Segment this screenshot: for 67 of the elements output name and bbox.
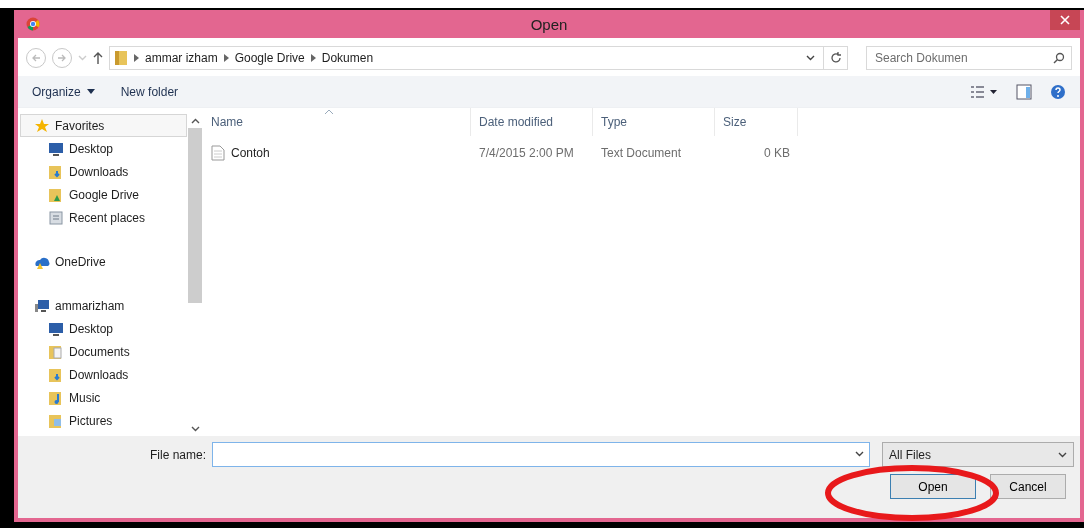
chevron-down-icon	[1058, 451, 1067, 458]
download-folder-icon	[48, 366, 64, 383]
column-header[interactable]: Type	[593, 108, 715, 136]
sidebar-item[interactable]: Downloads	[18, 363, 187, 386]
file-type-dropdown[interactable]: All Files	[882, 442, 1074, 467]
file-name: Contoh	[231, 146, 270, 160]
scroll-down-icon[interactable]	[190, 426, 200, 432]
column-header[interactable]: Name	[203, 108, 471, 136]
chevron-down-icon	[78, 54, 87, 61]
sidebar-item[interactable]: Recent places	[18, 206, 187, 229]
drive-folder-icon	[48, 186, 64, 203]
breadcrumb[interactable]: Dokumen	[321, 50, 374, 65]
sidebar-item[interactable]: Google Drive	[18, 183, 187, 206]
monitor-icon	[48, 140, 64, 157]
right-arrow-icon	[57, 52, 67, 63]
help-icon[interactable]	[1050, 83, 1066, 100]
folder-icon	[114, 49, 128, 66]
breadcrumb[interactable]: ammar izham	[145, 50, 218, 65]
toolbar-button[interactable]: New folder	[120, 82, 179, 101]
monitor-icon	[48, 320, 64, 337]
sidebar-item[interactable]: Desktop	[18, 317, 187, 340]
sidebar-item[interactable]: ammarizham	[20, 294, 187, 317]
documents-folder-icon	[48, 343, 64, 360]
browser-logo-icon	[26, 17, 40, 31]
up-arrow-icon[interactable]	[93, 51, 103, 64]
address-bar[interactable]: ammar izham Google Drive Dokumen	[109, 45, 848, 70]
table-cell-text: Text Document	[600, 146, 683, 160]
chevron-down-icon	[806, 54, 815, 61]
breadcrumb-arrow-icon	[134, 53, 139, 62]
search-field[interactable]: Search Dokumen	[866, 45, 1072, 70]
music-folder-icon	[48, 389, 64, 406]
breadcrumb-arrow-icon	[223, 53, 229, 62]
sidebar-item[interactable]: Documents	[18, 340, 187, 363]
column-header[interactable]: Date modified	[471, 108, 593, 136]
scroll-up-icon[interactable]	[190, 118, 200, 124]
open-button[interactable]: Open	[890, 474, 976, 499]
file-row[interactable]: Contoh 7/4/2015 2:00 PM Text Document 0 KB	[203, 142, 1080, 164]
star-icon	[34, 117, 50, 134]
sidebar-item[interactable]: Downloads	[18, 160, 187, 183]
view-options-icon[interactable]	[970, 84, 998, 99]
close-icon	[1060, 15, 1070, 25]
window-title: Open	[529, 15, 569, 33]
file-name-label: File name:	[148, 447, 206, 462]
computer-icon	[34, 297, 50, 314]
toolbar-button[interactable]: Organize	[32, 82, 95, 101]
breadcrumb-arrow-icon	[310, 53, 316, 62]
sidebar-item[interactable]: Pictures	[18, 409, 187, 432]
search-icon	[1053, 51, 1065, 64]
sidebar-item[interactable]: Desktop	[18, 137, 187, 160]
file-name-field[interactable]	[212, 442, 870, 467]
refresh-icon	[829, 51, 842, 64]
left-arrow-icon	[31, 52, 41, 63]
recent-places-icon	[48, 209, 64, 226]
preview-pane-icon[interactable]	[1016, 83, 1032, 100]
text-file-icon	[211, 145, 225, 161]
sidebar-item[interactable]: Music	[18, 386, 187, 409]
cancel-button[interactable]: Cancel	[990, 474, 1066, 499]
column-header[interactable]: Size	[715, 108, 798, 136]
sidebar-item[interactable]: Favorites	[20, 114, 187, 137]
breadcrumb[interactable]: Google Drive	[234, 50, 305, 65]
table-cell-text: 0 KB	[763, 146, 791, 160]
close-button[interactable]	[1050, 10, 1080, 30]
chevron-down-icon	[855, 451, 864, 457]
pictures-folder-icon	[48, 412, 64, 429]
download-folder-icon	[48, 163, 64, 180]
table-cell-text: 7/4/2015 2:00 PM	[478, 146, 575, 160]
sidebar-item[interactable]: OneDrive	[20, 250, 187, 273]
